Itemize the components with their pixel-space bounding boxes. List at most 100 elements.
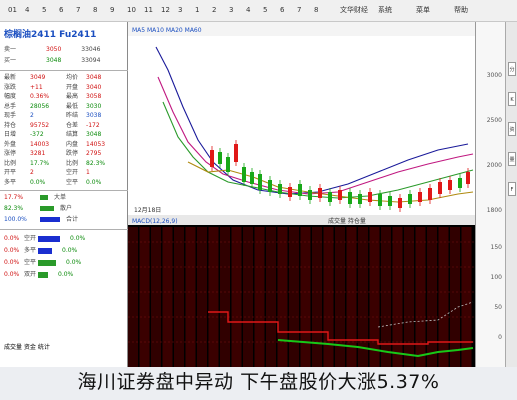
flow-value: 82.3%: [4, 205, 24, 212]
position-value: 0.0%: [4, 259, 20, 266]
chart-canvas[interactable]: MA5 MA10 MA20 MA60 12月18日 MACD(12,26,9) 成交量…: [128, 22, 475, 367]
position-bar: [38, 271, 49, 278]
volume-bar: [151, 227, 161, 367]
stat-label: 比例: [66, 159, 79, 167]
position-value: 0.0%: [66, 259, 82, 266]
toolbar-button[interactable]: 10: [127, 4, 136, 16]
volume-bar: [139, 227, 150, 367]
toolbar-button[interactable]: 3: [229, 4, 233, 16]
stat-label: 最低: [66, 102, 79, 110]
stat-value: 82.3%: [86, 159, 106, 167]
candle-body: [358, 194, 362, 204]
stat-label: 幅度: [4, 93, 17, 100]
stat-row: 涨停 3281 跌停 2795: [4, 150, 124, 158]
flow-row: 17.7% 大单: [4, 194, 66, 202]
volume-bar: [300, 227, 311, 367]
stat-value: 28056: [30, 102, 50, 110]
volume-bar: [162, 227, 173, 367]
flow-label: 合计: [66, 216, 79, 223]
volume-bar: [415, 227, 426, 367]
sidebar-tab[interactable]: K: [508, 92, 516, 106]
sidebar-tab[interactable]: 量: [508, 152, 516, 166]
axis-tick-label: 0: [498, 334, 502, 341]
flow-label: 大单: [54, 194, 67, 201]
stat-value: +11: [30, 83, 43, 91]
stat-row: 最新 3049 均价 3048: [4, 74, 124, 82]
stat-row: 现手 2 昨结 3038: [4, 112, 124, 120]
stat-value: 95752: [30, 121, 50, 129]
toolbar-menu[interactable]: 文华财经: [340, 4, 368, 16]
volume-bar: [174, 227, 184, 367]
headline-text: 海川证券盘中异动 下午盘股价大涨5.37%: [77, 371, 440, 393]
volume-bar: [243, 227, 253, 367]
stat-label: 空平: [66, 178, 79, 186]
stat-label: 跌停: [66, 150, 79, 157]
axis-tick-label: 2000: [486, 162, 502, 169]
stat-value: 3040: [86, 83, 102, 91]
candle-body: [218, 152, 222, 164]
stat-value: 3048: [86, 74, 102, 81]
candle-body: [368, 192, 372, 202]
sidebar-tab[interactable]: F: [508, 182, 516, 196]
stat-label: 最高: [66, 93, 79, 100]
sidebar-tab[interactable]: 分: [508, 62, 516, 76]
toolbar-button[interactable]: 2: [212, 4, 216, 16]
stat-value: -172: [86, 121, 100, 129]
position-row: 0.0% 双开 0.0%: [4, 271, 73, 279]
quote-price: 3050: [46, 46, 62, 53]
volume-bar: [185, 227, 196, 367]
candle-body: [318, 188, 322, 198]
toolbar-button[interactable]: 1: [195, 4, 199, 16]
toolbar-button[interactable]: 4: [246, 4, 250, 16]
toolbar-menu[interactable]: 系统: [378, 4, 392, 16]
stat-label: 昨结: [66, 112, 79, 119]
flow-bar: [40, 206, 54, 211]
panel-footer[interactable]: 成交量 资金 统计: [4, 344, 50, 352]
price-chart[interactable]: MA5 MA10 MA20 MA60 12月18日 MACD(12,26,9) 成交量…: [128, 22, 475, 367]
stat-label: 空开: [66, 169, 79, 176]
toolbar-button[interactable]: 3: [178, 4, 182, 16]
candle-body: [226, 157, 230, 172]
axis-tick-label: 2500: [486, 117, 502, 124]
toolbar-button[interactable]: 8: [93, 4, 97, 16]
toolbar-menu[interactable]: 菜单: [416, 4, 430, 16]
stat-row: 开平 2 空开 1: [4, 169, 124, 177]
volume-bar: [461, 227, 472, 367]
toolbar-button[interactable]: 6: [280, 4, 284, 16]
toolbar-button[interactable]: 5: [42, 4, 46, 16]
candle-body: [448, 180, 452, 190]
stat-label: 结算: [66, 131, 79, 138]
toolbar-button[interactable]: 8: [314, 4, 318, 16]
volume-bar: [266, 227, 276, 367]
toolbar-button[interactable]: 5: [263, 4, 267, 16]
toolbar-button[interactable]: 7: [297, 4, 301, 16]
toolbar-button[interactable]: 12: [161, 4, 170, 16]
stat-label: 总手: [4, 102, 17, 110]
candle-body: [408, 194, 412, 204]
stat-label: 开平: [4, 169, 17, 176]
lower-header-bar: [128, 215, 475, 225]
sidebar-tab[interactable]: 资: [508, 122, 516, 136]
stat-value: 3038: [86, 112, 102, 119]
toolbar-button[interactable]: 01: [8, 4, 17, 16]
toolbar-menu[interactable]: 帮助: [454, 4, 468, 16]
candle-body: [234, 144, 238, 162]
quote-row: 买一 3048 33094: [4, 57, 100, 65]
stat-label: 持仓: [4, 121, 17, 129]
stat-label: 外盘: [4, 140, 17, 148]
toolbar-button[interactable]: 9: [110, 4, 114, 16]
position-bar: [38, 235, 61, 242]
candle-body: [242, 167, 246, 182]
date-label: 12月18日: [134, 207, 161, 214]
stat-label: 多平: [4, 178, 17, 186]
toolbar-button[interactable]: 11: [144, 4, 153, 16]
toolbar-button[interactable]: 6: [59, 4, 63, 16]
axis-tick-label: 50: [494, 304, 502, 311]
candle-body: [458, 178, 462, 188]
toolbar-button[interactable]: 4: [25, 4, 29, 16]
candle-body: [438, 182, 442, 194]
price-axis: 3000 2500 2000 1800 150 100 50 0: [475, 22, 505, 367]
toolbar-button[interactable]: 7: [76, 4, 80, 16]
position-label: 空开: [24, 235, 37, 242]
position-row: 0.0% 多平 0.0%: [4, 247, 77, 255]
